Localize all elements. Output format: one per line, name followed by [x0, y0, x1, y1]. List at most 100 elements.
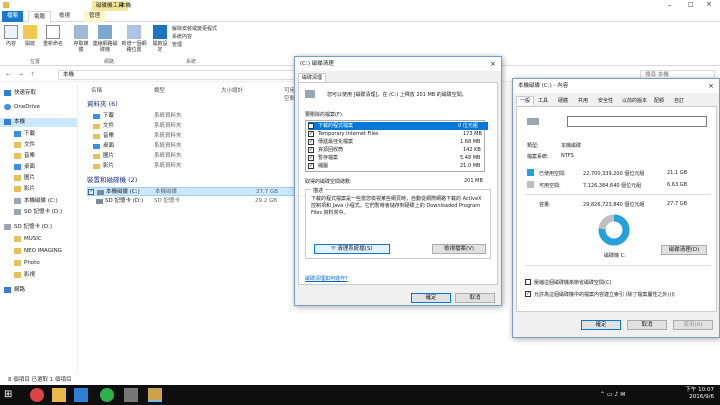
tab-quota[interactable]: 配額 — [651, 97, 667, 106]
nav-music[interactable]: 音樂 — [14, 152, 35, 161]
uninstall-button[interactable]: 解除安裝或變更程式 — [172, 26, 217, 32]
maximize-icon[interactable]: □ — [688, 1, 694, 8]
clock[interactable]: 下午 10:07 2016/9/6 — [680, 387, 714, 401]
index-checkbox[interactable]: ✓ — [525, 291, 531, 297]
nav-folder-neo[interactable]: NEO IMAGING — [14, 247, 62, 256]
clean-system-files-button[interactable]: ⛨ 清理系統檔(S) — [314, 244, 390, 254]
nav-network[interactable]: 網路 — [4, 286, 25, 295]
disk-cleanup-button[interactable]: 磁碟清理(D) — [661, 245, 707, 255]
cancel-button[interactable]: 取消 — [455, 293, 495, 303]
list-item[interactable]: 下載 系統資料夾 — [87, 112, 302, 121]
nav-pictures[interactable]: 圖片 — [14, 174, 35, 183]
list-item[interactable]: ✓ 暫存檔案 5.48 MB — [308, 154, 488, 162]
folders-group-header[interactable]: 資料夾 (6) — [87, 100, 302, 109]
list-item[interactable]: 桌面 系統資料夾 — [87, 142, 302, 151]
list-item-drive-d[interactable]: SD 記憶卡 (D:) SD 記憶卡 29.2 GB — [87, 197, 302, 206]
drive-app-icon[interactable] — [124, 388, 138, 402]
cancel-button[interactable]: 取消 — [627, 320, 667, 330]
nav-onedrive[interactable]: OneDrive — [4, 103, 40, 112]
nav-sd-card[interactable]: SD 記憶卡 (D:) — [4, 223, 52, 232]
how-cleanup-works-link[interactable]: 磁碟清理如何運作? — [305, 275, 348, 282]
manage-button[interactable]: 管理 — [172, 42, 182, 48]
nav-downloads[interactable]: 下載 — [14, 130, 35, 139]
checkbox-icon[interactable]: ✓ — [308, 155, 314, 161]
checkbox-icon[interactable]: ✓ — [308, 131, 314, 137]
back-icon[interactable]: ← — [6, 71, 11, 78]
list-item-drive-c[interactable]: ✓ 本機磁碟 (C:) 本機磁碟 27.7 GB — [87, 187, 302, 196]
list-item[interactable]: ✓ 下載的程式檔案 0 位元組 — [308, 122, 488, 130]
column-type[interactable]: 類型 — [154, 86, 165, 94]
checkbox-icon[interactable]: ✓ — [308, 163, 314, 169]
nav-folder-photo[interactable]: Photo — [14, 259, 40, 268]
system-properties-button[interactable]: 系統內容 — [172, 34, 192, 40]
chrome-icon[interactable] — [30, 388, 44, 402]
checkbox-icon[interactable]: ✓ — [308, 147, 314, 153]
properties-button[interactable]: 內容 — [4, 25, 18, 47]
item-name: 傳遞最佳化檔案 — [318, 139, 354, 145]
list-item[interactable]: ✓ 資源回收筒 142 KB — [308, 146, 488, 154]
column-name[interactable]: 名稱 — [91, 86, 102, 94]
tab-general[interactable]: 一般 — [516, 96, 535, 105]
tab-security[interactable]: 安全性 — [595, 97, 616, 106]
tab-hardware[interactable]: 硬體 — [555, 97, 571, 106]
nav-desktop[interactable]: 桌面 — [14, 163, 35, 172]
list-item[interactable]: ✓ Temporary Internet Files 173 MB — [308, 130, 488, 138]
minimize-icon[interactable]: – — [668, 1, 672, 9]
tab-previous-versions[interactable]: 以前的版本 — [619, 97, 650, 106]
nav-videos[interactable]: 影片 — [14, 185, 35, 194]
line-icon[interactable] — [100, 388, 114, 402]
apply-button[interactable]: 套用(A) — [673, 320, 713, 330]
add-network-location-button[interactable]: 新增一個網路位置 — [120, 25, 148, 53]
store-icon[interactable] — [74, 388, 88, 402]
view-files-button[interactable]: 檢視檔案(V) — [432, 244, 486, 254]
ok-button[interactable]: 確定 — [411, 293, 451, 303]
drives-group-header[interactable]: 裝置和磁碟機 (2) — [87, 176, 302, 185]
file-explorer-icon[interactable] — [52, 388, 66, 402]
ok-button[interactable]: 確定 — [581, 320, 621, 330]
list-item[interactable]: ✓ 縮圖 21.0 MB — [308, 162, 488, 170]
tab-disk-cleanup[interactable]: 磁碟清理 — [298, 73, 327, 82]
map-drive-button[interactable]: 連線網路磁碟機 — [92, 25, 118, 53]
compress-checkbox[interactable] — [525, 279, 531, 285]
files-list[interactable]: ✓ 下載的程式檔案 0 位元組 ✓ Temporary Internet Files 1… — [305, 120, 488, 172]
tab-tools[interactable]: 工具 — [535, 97, 551, 106]
close-icon[interactable]: × — [706, 0, 712, 8]
list-item[interactable]: 影片 系統資料夾 — [87, 162, 302, 171]
list-item[interactable]: 圖片 系統資料夾 — [87, 152, 302, 161]
tab-computer[interactable]: 電腦 — [28, 11, 52, 22]
tab-file[interactable]: 檔案 — [2, 11, 24, 22]
nav-label: 影視 — [24, 272, 36, 278]
nav-folder-video[interactable]: 影視 — [14, 271, 35, 280]
list-item[interactable]: 音樂 系統資料夾 — [87, 132, 302, 141]
nav-drive-c[interactable]: 本機磁碟 (C:) — [14, 197, 58, 206]
access-media-button[interactable]: 存取媒體 — [72, 25, 90, 53]
open-button[interactable]: 開啟 — [22, 25, 38, 47]
drive-name-input[interactable] — [567, 116, 707, 127]
nav-folder-music[interactable]: MUSIC — [14, 235, 42, 244]
close-icon[interactable]: × — [708, 79, 714, 93]
nav-drive-d[interactable]: SD 記憶卡 (D:) — [14, 208, 62, 217]
free-label: 可用空間: — [539, 183, 561, 189]
cleanup-app-icon[interactable] — [148, 388, 162, 402]
tab-sharing[interactable]: 共用 — [575, 97, 591, 106]
ribbon-tabs: 檔案 電腦 檢視 管理 — [0, 11, 720, 22]
open-settings-button[interactable]: 開啟設定 — [152, 25, 168, 53]
checkbox-icon[interactable]: ✓ — [308, 139, 314, 145]
tray-icons[interactable]: ⌃ ▭ ♪ ✉ — [600, 391, 625, 398]
nav-this-pc[interactable]: 本機 — [0, 118, 77, 127]
windows-start-icon[interactable]: ⊞ — [4, 388, 18, 402]
close-icon[interactable]: × — [490, 57, 496, 71]
tab-customize[interactable]: 自訂 — [671, 97, 687, 106]
rename-button[interactable]: 重新命名 — [40, 25, 66, 47]
checkbox-icon[interactable]: ✓ — [308, 123, 314, 129]
column-total[interactable]: 大小總計 — [221, 86, 243, 94]
checkbox-icon[interactable]: ✓ — [88, 189, 94, 195]
tab-view[interactable]: 檢視 — [54, 11, 75, 22]
list-item[interactable]: ✓ 傳遞最佳化檔案 1.68 MB — [308, 138, 488, 146]
forward-icon[interactable]: → — [18, 71, 23, 78]
list-item[interactable]: 文件 系統資料夾 — [87, 122, 302, 131]
tab-manage[interactable]: 管理 — [84, 11, 106, 22]
up-icon[interactable]: ↑ — [30, 71, 35, 78]
nav-documents[interactable]: 文件 — [14, 141, 35, 150]
nav-quick-access[interactable]: 快速存取 — [4, 89, 36, 98]
